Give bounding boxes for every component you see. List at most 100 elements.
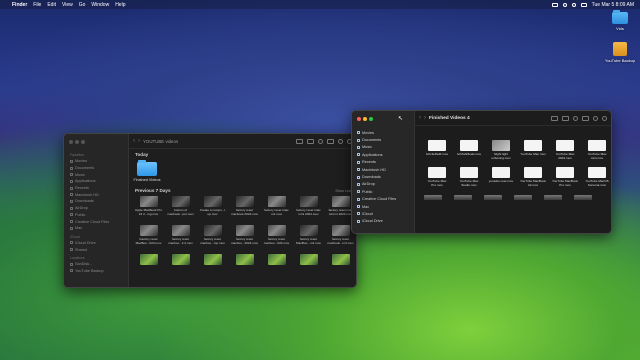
menu-edit[interactable]: Edit — [47, 2, 56, 8]
share-icon[interactable] — [573, 115, 578, 121]
file-item[interactable]: YouTube Mac Pro.mov — [422, 167, 452, 193]
sidebar-item[interactable]: Mac — [68, 225, 126, 232]
sidebar-item[interactable]: Movies — [68, 158, 126, 165]
video-thumbnail[interactable] — [424, 195, 442, 200]
menu-window[interactable]: Window — [91, 2, 109, 8]
sidebar-item[interactable]: Recents — [68, 185, 126, 192]
sidebar-item[interactable]: Creative Cloud Files — [355, 196, 412, 203]
file-item[interactable]: YouTube Mac.mov — [518, 140, 548, 166]
sidebar-item[interactable]: Downloads — [355, 173, 412, 180]
file-item[interactable]: factory reset macbook 2024.mov — [230, 196, 259, 223]
sidebar-item[interactable]: Documents — [68, 165, 126, 172]
file-item[interactable] — [326, 254, 355, 281]
menu-file[interactable]: File — [33, 2, 41, 8]
file-item[interactable]: factory reset macboo...2 2.mov — [166, 225, 195, 252]
minimize-button[interactable] — [75, 140, 79, 144]
file-item[interactable]: Factory reset MacBoo...024.mov — [134, 225, 163, 252]
menubar-clock[interactable]: Tue Mar 5 8:09 AM — [592, 2, 634, 8]
file-item[interactable]: bottom of macbook...pro.mov — [166, 196, 195, 223]
sidebar-item[interactable]: Public — [355, 188, 412, 195]
file-item[interactable] — [166, 254, 195, 281]
close-button[interactable] — [69, 140, 73, 144]
share-icon[interactable] — [318, 138, 323, 144]
desktop-icon-vids[interactable]: Vids — [600, 10, 640, 31]
file-item[interactable]: factory reset MacBoo...m1.mov — [294, 225, 323, 252]
file-item[interactable]: factory reset macboo...mp.mov — [198, 225, 227, 252]
view-icons-icon[interactable] — [551, 115, 558, 121]
file-item[interactable]: fvrtrfaf23eab.mov — [454, 140, 484, 166]
file-item[interactable] — [262, 254, 291, 281]
file-item[interactable]: YouTube Mac Studio.mov — [454, 167, 484, 193]
sidebar-item[interactable]: Applications — [355, 151, 412, 158]
sidebar-item[interactable]: Recents — [355, 159, 412, 166]
sidebar-item[interactable]: Applications — [68, 178, 126, 185]
zoom-button[interactable] — [369, 117, 373, 121]
file-item[interactable]: Night light unboxing.mov — [486, 140, 516, 166]
control-center-icon[interactable] — [580, 2, 587, 7]
minimize-button[interactable] — [363, 117, 367, 121]
close-button[interactable] — [357, 117, 361, 121]
file-item[interactable]: YouTube MacBook Air.mov — [518, 167, 548, 193]
sidebar-item[interactable]: Public — [68, 212, 126, 219]
folder-item-finished-videos[interactable]: Finished Videos — [133, 160, 161, 182]
view-icons-icon[interactable] — [296, 138, 303, 144]
file-item[interactable]: Create a compu...t up.mov — [198, 196, 227, 223]
menu-view[interactable]: View — [62, 2, 73, 8]
sidebar-item[interactable]: Music — [68, 171, 126, 178]
file-item[interactable] — [294, 254, 323, 281]
video-thumbnail[interactable] — [574, 195, 592, 200]
sidebar-item[interactable]: Documents — [355, 136, 412, 143]
file-item[interactable]: factory reset macboo...2024.mov — [230, 225, 259, 252]
group-icon[interactable] — [307, 138, 314, 144]
screen-record-icon[interactable] — [551, 2, 558, 7]
battery-icon[interactable] — [562, 2, 567, 7]
sidebar-item[interactable]: iCloud Drive — [68, 240, 126, 247]
file-item[interactable]: Apple MacBook Pro 16 2...ing.mov — [134, 196, 163, 223]
forward-chevron-icon[interactable]: › — [424, 115, 426, 121]
file-item[interactable]: factory reset imac m1.mov — [262, 196, 291, 223]
file-item[interactable]: YouTube MacBook Pro.mov — [550, 167, 580, 193]
video-thumbnail[interactable] — [544, 195, 562, 200]
sidebar-item[interactable]: Macintosh HD — [68, 191, 126, 198]
menu-help[interactable]: Help — [115, 2, 125, 8]
menu-go[interactable]: Go — [79, 2, 86, 8]
sidebar-item[interactable]: Music — [355, 144, 412, 151]
sidebar-item[interactable]: Movies — [355, 129, 412, 136]
show-less-button[interactable]: Show Less — [335, 189, 352, 193]
search-icon[interactable] — [602, 115, 607, 121]
menu-finder[interactable]: Finder — [12, 2, 27, 8]
tag-icon[interactable] — [327, 138, 334, 144]
sidebar-item[interactable]: Macintosh HD — [355, 166, 412, 173]
file-item[interactable]: YouTube Mac 2024.mov — [550, 140, 580, 166]
file-item[interactable]: YouTube Mac mini.mov — [582, 140, 611, 166]
sidebar-item[interactable]: AirDrop — [355, 181, 412, 188]
sidebar-item[interactable]: iCloud — [355, 210, 412, 217]
sidebar-item[interactable]: YouTube Backup — [68, 268, 126, 275]
zoom-button[interactable] — [81, 140, 85, 144]
file-item[interactable]: fvrtcfe4fa4f.mov — [422, 140, 452, 166]
sidebar-item[interactable]: Shared — [68, 246, 126, 253]
sidebar-item[interactable]: Mac — [355, 203, 412, 210]
file-item[interactable] — [134, 254, 163, 281]
sidebar-item[interactable]: AirDrop — [68, 205, 126, 212]
action-icon[interactable] — [593, 115, 598, 121]
file-item[interactable]: youtube mac.mov — [486, 167, 516, 193]
video-thumbnail[interactable] — [454, 195, 472, 200]
file-item[interactable] — [198, 254, 227, 281]
forward-chevron-icon[interactable]: › — [138, 138, 140, 144]
tag-icon[interactable] — [582, 115, 589, 121]
sidebar-item[interactable]: SanDisk... — [68, 261, 126, 268]
desktop-icon-youtube-backup[interactable]: YouTube Backup — [600, 42, 640, 63]
sidebar-item[interactable]: Creative Cloud Files — [68, 218, 126, 225]
file-item[interactable]: factory reset macboo...024.mov — [262, 225, 291, 252]
sidebar-item[interactable]: iCloud Drive — [355, 218, 412, 225]
back-chevron-icon[interactable]: ‹ — [133, 138, 135, 144]
file-item[interactable]: factory reset imac mini 2024.mov — [294, 196, 323, 223]
file-item[interactable] — [230, 254, 259, 281]
back-chevron-icon[interactable]: ‹ — [419, 115, 421, 121]
action-icon[interactable] — [338, 138, 343, 144]
group-icon[interactable] — [562, 115, 569, 121]
sidebar-item[interactable]: Downloads — [68, 198, 126, 205]
video-thumbnail[interactable] — [484, 195, 502, 200]
wifi-icon[interactable] — [571, 2, 576, 7]
